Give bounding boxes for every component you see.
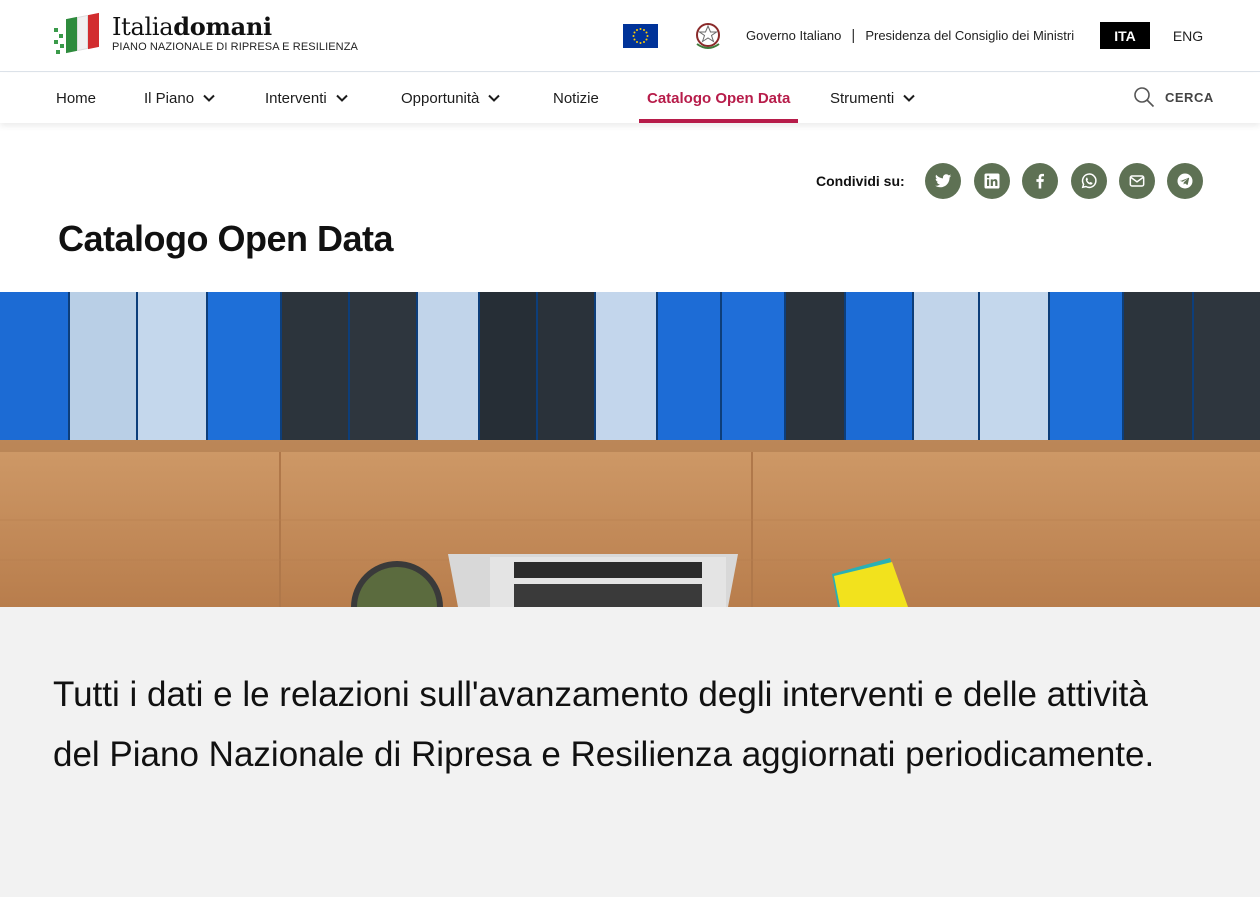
search-button[interactable]: CERCA (1133, 86, 1214, 108)
brand-name: Italiadomani (112, 12, 272, 41)
chevron-down-icon (903, 94, 915, 102)
nav-il-piano[interactable]: Il Piano (144, 73, 216, 123)
share-email-button[interactable] (1119, 163, 1155, 199)
share-facebook-button[interactable] (1022, 163, 1058, 199)
italia-domani-logo-icon (52, 12, 102, 56)
site-logo[interactable]: Italiadomani PIANO NAZIONALE DI RIPRESA … (52, 12, 358, 56)
share-label: Condividi su: (816, 173, 905, 189)
intro-text: Tutti i dati e le relazioni sull'avanzam… (53, 675, 1155, 774)
nav-notizie[interactable]: Notizie (553, 73, 599, 123)
nav-opportunita[interactable]: Opportunità (401, 73, 501, 123)
whatsapp-icon (1081, 173, 1097, 189)
eu-flag-icon[interactable] (623, 24, 658, 48)
nav-strumenti[interactable]: Strumenti (830, 73, 916, 123)
share-telegram-button[interactable] (1167, 163, 1203, 199)
page-title: Catalogo Open Data (58, 218, 394, 259)
facebook-icon (1036, 173, 1044, 189)
government-links: Governo Italiano | Presidenza del Consig… (746, 27, 1074, 44)
telegram-icon (1177, 173, 1193, 189)
nav-catalogo-open-data[interactable]: Catalogo Open Data (638, 73, 799, 123)
share-whatsapp-button[interactable] (1071, 163, 1107, 199)
chevron-down-icon (488, 94, 501, 102)
republic-emblem-icon[interactable] (694, 20, 722, 52)
separator: | (851, 27, 856, 44)
email-icon (1129, 175, 1145, 187)
lang-ita-button[interactable]: ITA (1100, 22, 1150, 49)
lang-eng-button[interactable]: ENG (1163, 22, 1213, 49)
linkedin-icon (984, 173, 1000, 189)
top-header: Italiadomani PIANO NAZIONALE DI RIPRESA … (0, 0, 1260, 72)
main-nav: Home Il Piano Interventi Opportunità Not… (0, 73, 1260, 123)
nav-home[interactable]: Home (56, 73, 96, 123)
twitter-icon (935, 174, 952, 188)
hero-image (0, 292, 1260, 607)
brand-subtitle: PIANO NAZIONALE DI RIPRESA E RESILIENZA (112, 41, 358, 53)
chevron-down-icon (203, 94, 215, 102)
chevron-down-icon (335, 94, 348, 102)
governo-italiano-link[interactable]: Governo Italiano (746, 28, 841, 43)
presidenza-link[interactable]: Presidenza del Consiglio dei Ministri (865, 28, 1074, 43)
share-linkedin-button[interactable] (974, 163, 1010, 199)
intro-section: Tutti i dati e le relazioni sull'avanzam… (0, 607, 1260, 897)
search-icon (1134, 87, 1155, 108)
search-label: CERCA (1165, 89, 1214, 105)
share-twitter-button[interactable] (925, 163, 961, 199)
nav-interventi[interactable]: Interventi (265, 73, 349, 123)
